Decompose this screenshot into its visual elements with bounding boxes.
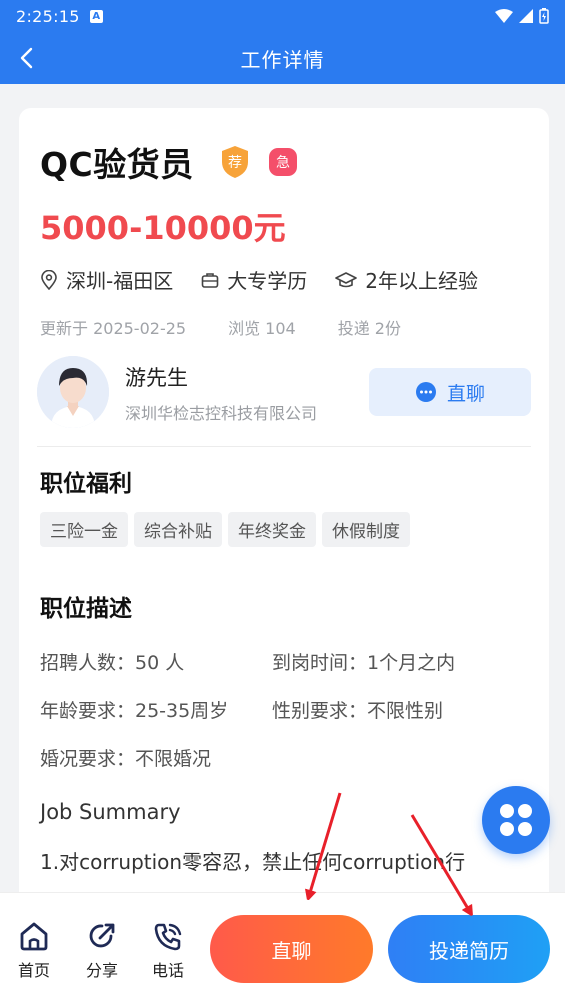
benefits-tags: 三险一金 综合补贴 年终奖金 休假制度 xyxy=(40,512,410,547)
company-name: 深圳华检志控科技有限公司 xyxy=(125,404,318,423)
benefit-tag: 休假制度 xyxy=(322,512,410,547)
recruiter-name: 游先生 xyxy=(125,366,188,390)
summary-line: 1.对corruption零容忍，禁止任何corruption行 xyxy=(40,850,466,874)
updated-date: 更新于 2025-02-25 xyxy=(40,319,187,338)
job-detail-card: QC验货员 荐 急 5000-10000元 深圳-福田区 大专学历 2年以上经验… xyxy=(19,108,549,908)
back-arrow-icon[interactable] xyxy=(16,46,40,70)
avatar[interactable] xyxy=(37,356,109,428)
education-text: 大专学历 xyxy=(227,269,308,293)
job-title: QC验货员 xyxy=(40,145,194,184)
notification-icon: A xyxy=(89,9,103,23)
gender-requirement: 性别要求：不限性别 xyxy=(272,700,444,722)
nav-home-label: 首页 xyxy=(17,961,50,980)
avatar-illustration xyxy=(37,356,109,428)
wifi-icon xyxy=(495,9,513,23)
recommend-badge-label: 荐 xyxy=(228,155,242,171)
location-item: 深圳-福田区 xyxy=(40,265,173,294)
experience-text: 2年以上经验 xyxy=(365,269,478,293)
requirements-grid: 招聘人数：50 人 到岗时间：1个月之内 年龄要求：25-35周岁 性别要求：不… xyxy=(40,648,520,792)
direct-chat-label: 直聊 xyxy=(446,382,485,405)
headcount: 招聘人数：50 人 xyxy=(40,652,185,674)
status-time: 2:25:15 xyxy=(16,6,80,26)
floating-menu-button[interactable] xyxy=(482,786,550,854)
requirements-row: 招聘人数：50 人 到岗时间：1个月之内 xyxy=(40,648,520,696)
nav-phone-label: 电话 xyxy=(151,961,184,980)
chat-bubble-icon xyxy=(415,382,436,402)
application-count: 投递 2份 xyxy=(337,319,401,338)
requirements-row: 婚况要求：不限婚况 xyxy=(40,744,520,792)
status-bar: 2:25:15 A xyxy=(0,0,565,32)
urgent-badge-icon: 急 xyxy=(268,148,297,176)
benefits-title: 职位福利 xyxy=(40,471,132,497)
app-header: 工作详情 xyxy=(0,32,565,84)
view-count: 浏览 104 xyxy=(228,319,296,338)
benefit-tag: 三险一金 xyxy=(40,512,128,547)
job-stats-row: 更新于 2025-02-25 浏览 104 投递 2份 xyxy=(40,315,443,339)
divider xyxy=(37,446,531,447)
summary-title: Job Summary xyxy=(40,800,181,824)
recommend-badge-icon: 荐 xyxy=(221,146,248,178)
benefit-tag: 年终奖金 xyxy=(228,512,316,547)
graduation-cap-icon xyxy=(335,271,358,287)
bottom-action-bar: 首页 分享 电话 直聊 投递简历 xyxy=(0,892,565,1004)
grid-dots-icon xyxy=(500,804,532,836)
nav-home[interactable]: 首页 xyxy=(9,921,59,981)
recruiter-contact: 游先生 深圳华检志控科技有限公司 直聊 xyxy=(37,356,533,448)
salary: 5000-10000元 xyxy=(40,209,286,247)
requirements-row: 年龄要求：25-35周岁 性别要求：不限性别 xyxy=(40,696,520,744)
description-title: 职位描述 xyxy=(40,596,132,622)
urgent-badge-label: 急 xyxy=(276,155,290,171)
benefit-tag: 综合补贴 xyxy=(134,512,222,547)
nav-share-label: 分享 xyxy=(85,961,118,980)
job-title-row: QC验货员 荐 急 xyxy=(40,138,298,186)
location-text: 深圳-福田区 xyxy=(66,269,174,293)
marital-requirement: 婚况要求：不限婚况 xyxy=(40,748,212,770)
nav-phone[interactable]: 电话 xyxy=(143,921,193,981)
job-meta-row: 深圳-福田区 大专学历 2年以上经验 xyxy=(40,265,506,294)
nav-share[interactable]: 分享 xyxy=(77,921,127,981)
home-icon xyxy=(20,922,48,951)
share-icon xyxy=(89,923,115,948)
start-time: 到岗时间：1个月之内 xyxy=(272,652,456,674)
page-title: 工作详情 xyxy=(240,47,325,72)
battery-icon xyxy=(539,8,549,24)
phone-icon xyxy=(154,923,182,951)
chat-button[interactable]: 直聊 xyxy=(210,915,373,983)
age-requirement: 年龄要求：25-35周岁 xyxy=(40,700,229,722)
direct-chat-button[interactable]: 直聊 xyxy=(369,368,531,416)
experience-item: 2年以上经验 xyxy=(335,265,478,294)
briefcase-icon xyxy=(201,272,219,288)
apply-resume-button[interactable]: 投递简历 xyxy=(388,915,550,983)
location-pin-icon xyxy=(41,269,57,290)
signal-icon xyxy=(519,9,533,23)
education-item: 大专学历 xyxy=(201,265,307,294)
